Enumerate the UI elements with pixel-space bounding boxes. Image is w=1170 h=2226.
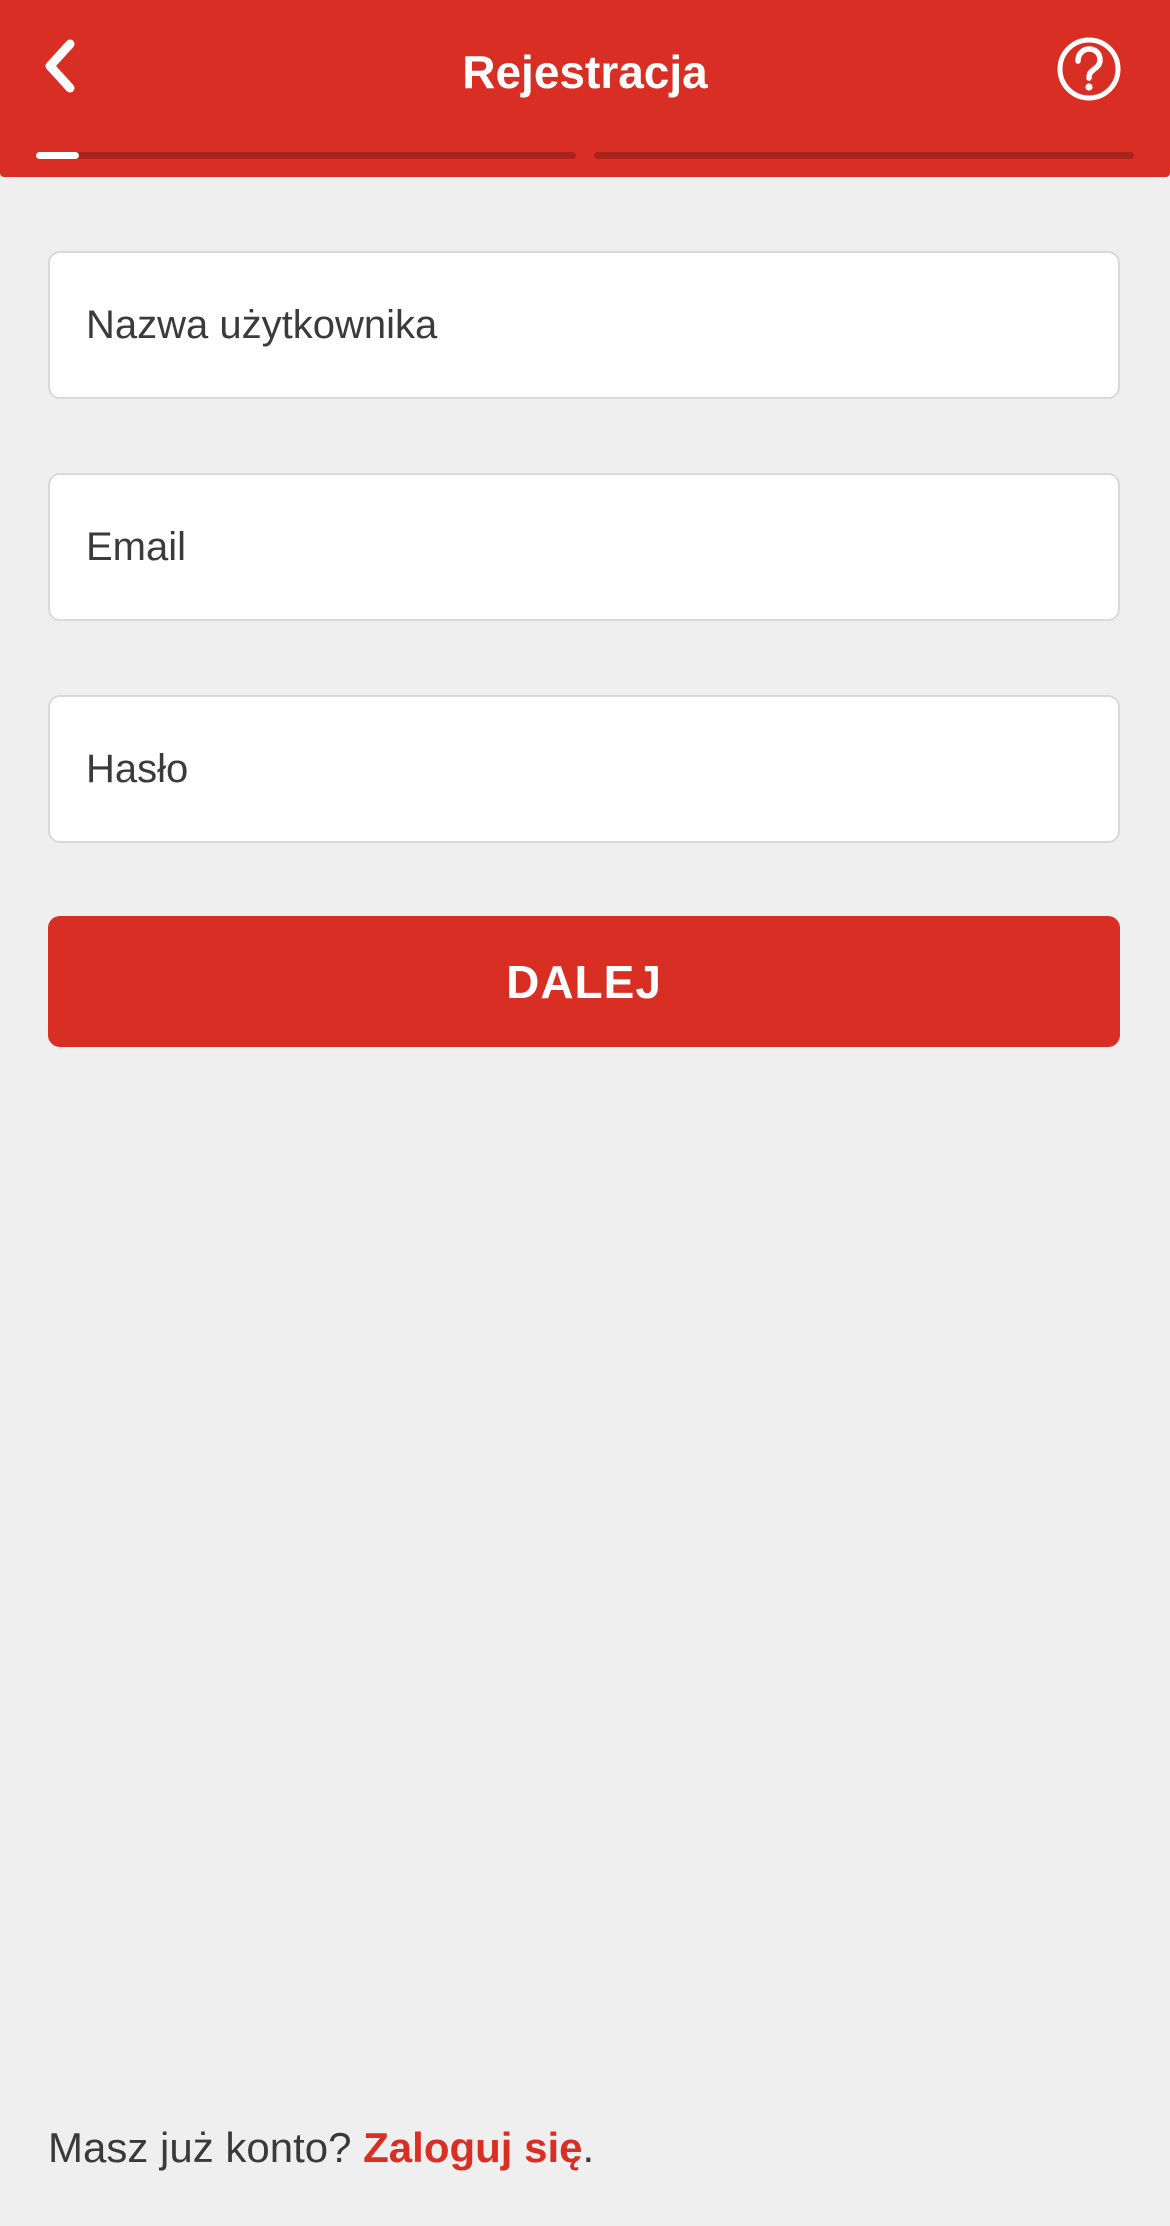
login-prompt-text: Masz już konto? [48,2124,364,2171]
username-field-container [48,251,1120,399]
progress-step-1 [36,152,576,159]
email-field-container [48,473,1120,621]
username-input[interactable] [50,253,1118,397]
page-title: Rejestracja [462,46,708,98]
progress-step-2 [594,152,1134,159]
password-input[interactable] [50,697,1118,841]
next-button[interactable]: DALEJ [48,916,1120,1047]
password-field-container [48,695,1120,843]
progress-step-1-fill [36,152,80,159]
email-input[interactable] [50,475,1118,619]
question-circle-icon [1057,37,1121,101]
login-prompt-period: . [582,2124,595,2171]
app-header: Rejestracja [0,0,1170,177]
login-link[interactable]: Zaloguj się [363,2124,582,2171]
help-button[interactable] [1056,36,1122,102]
login-prompt: Masz już konto? Zaloguj się. [48,2118,594,2178]
